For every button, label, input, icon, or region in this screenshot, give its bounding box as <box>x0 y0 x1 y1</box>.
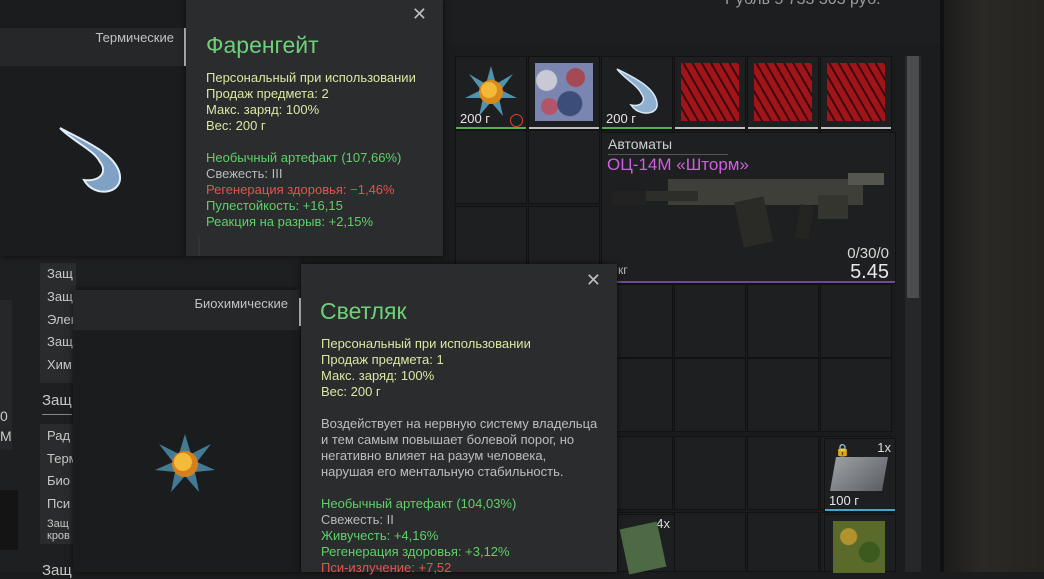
empty-slot[interactable] <box>674 436 746 510</box>
lock-icon: 🔒 <box>835 443 850 457</box>
side-section: Защ <box>42 562 72 579</box>
inventory-slot-red-2[interactable] <box>747 56 819 130</box>
empty-slot[interactable] <box>455 130 527 204</box>
empty-slot[interactable] <box>820 284 892 358</box>
info-line: Вес: 200 г <box>321 384 381 399</box>
item-title: Фаренгейт <box>206 32 319 58</box>
svetlyak-tooltip: ✕ Светляк Персональный при использовании… <box>301 264 617 575</box>
rifle-icon <box>612 173 884 248</box>
item-category: Биохимические <box>194 296 288 311</box>
fahrenheit-preview-panel: Термические <box>0 0 186 256</box>
description-line: Воздействует на нервную систему владельц… <box>321 416 598 431</box>
inventory-slot-red-1[interactable] <box>674 56 746 130</box>
partial-weight: кг <box>618 263 628 277</box>
camo-cloth-icon <box>535 63 593 121</box>
description-line: и тем самым повышает болевой порог, но <box>321 432 575 447</box>
caliber: 5.45 <box>850 261 889 283</box>
inventory-slot-red-3[interactable] <box>820 56 892 130</box>
info-line: Персональный при использовании <box>206 70 416 85</box>
edge-text-1: M <box>0 428 12 444</box>
stat-line: Необычный артефакт (104,03%) <box>321 496 517 511</box>
scrollbar-thumb[interactable] <box>907 56 919 298</box>
item-title: Светляк <box>320 298 407 324</box>
close-icon[interactable]: ✕ <box>586 270 601 291</box>
crescent-artifact-icon <box>59 127 122 193</box>
side-label: Элек <box>47 312 77 327</box>
camo-pack-icon <box>833 521 885 573</box>
item-weight: 200 г <box>606 111 637 126</box>
orange-star-artifact-icon <box>465 66 517 116</box>
item-stats: Необычный артефакт (107,66%) Свежесть: I… <box>206 150 401 230</box>
inventory-slot-fahrenheit[interactable]: 200 г <box>601 56 673 130</box>
info-line: Продаж предмета: 1 <box>321 352 444 367</box>
stat-line: Реакция на разрыв: +2,15% <box>206 214 374 229</box>
background-wall <box>944 0 1044 572</box>
empty-slot[interactable] <box>747 436 819 510</box>
empty-slot[interactable] <box>747 358 819 432</box>
orange-star-artifact-icon <box>155 434 215 492</box>
item-category: Термические <box>95 30 174 45</box>
edge-panel <box>0 490 18 550</box>
description-line: негативно влияет на разум человека, <box>321 448 547 463</box>
empty-slot[interactable] <box>674 512 746 572</box>
empty-slot[interactable] <box>528 130 600 204</box>
empty-slot[interactable] <box>674 358 746 432</box>
info-line: Вес: 200 г <box>206 118 266 133</box>
inventory-slot-camo-pack[interactable] <box>824 514 896 573</box>
edge-text-0: 0 <box>0 408 8 424</box>
info-line: Продаж предмета: 2 <box>206 86 329 101</box>
clock-icon <box>510 114 523 127</box>
item-description: Воздействует на нервную систему владельц… <box>321 416 597 480</box>
inventory-slot-plate[interactable]: 🔒 1x 100 г <box>824 438 896 512</box>
inventory-slot-camo[interactable] <box>528 56 600 130</box>
money-display: Рубль 5 733 303 руб. <box>725 0 881 9</box>
item-info: Персональный при использовании Продаж пр… <box>206 70 416 134</box>
close-icon[interactable]: ✕ <box>412 4 427 25</box>
item-stats: Необычный артефакт (104,03%) Свежесть: I… <box>321 496 516 576</box>
empty-slot[interactable] <box>674 284 746 358</box>
side-section: Защ <box>42 392 72 409</box>
info-line: Макс. заряд: 100% <box>206 102 320 117</box>
item-weight: 100 г <box>829 493 860 508</box>
stat-line: Пулестойкость: +16,15 <box>206 198 343 213</box>
stat-line: Живучесть: +4,16% <box>321 528 439 543</box>
empty-slot[interactable] <box>747 512 819 572</box>
item-count: 1x <box>877 440 891 455</box>
item-weight: 200 г <box>460 111 491 126</box>
empty-slot[interactable] <box>747 284 819 358</box>
side-label: Рад <box>47 428 71 443</box>
inventory-slot-green-pack[interactable]: 4x <box>617 514 675 575</box>
empty-slot[interactable] <box>820 358 892 432</box>
weapon-slot[interactable]: Автоматы ОЦ-14М «Шторм» 0/30/0 5.45 <box>601 132 896 284</box>
stat-line: Необычный артефакт (107,66%) <box>206 150 402 165</box>
side-label: Защ кров <box>47 518 70 542</box>
stat-line: Регенерация здоровья: +3,12% <box>321 544 510 559</box>
stat-line: Свежесть: III <box>206 166 283 181</box>
red-slashes-icon <box>681 63 739 121</box>
divider <box>42 414 72 415</box>
side-label: Защ <box>47 334 73 349</box>
stat-line: Регенерация здоровья: −1,46% <box>206 182 395 197</box>
description-line: нарушая его ментальную стабильность. <box>321 464 564 479</box>
stat-line: Свежесть: II <box>321 512 394 527</box>
svetlyak-preview-panel: Биохимические <box>73 290 300 572</box>
fahrenheit-tooltip: ✕ Фаренгейт Персональный при использован… <box>186 0 443 256</box>
stat-line: Пси-излучение: +7,52 <box>321 560 452 575</box>
side-label: Защ <box>47 266 73 281</box>
metal-plate-icon <box>830 457 888 491</box>
info-line: Макс. заряд: 100% <box>321 368 435 383</box>
inventory-slot-svetlyak[interactable]: 200 г <box>455 56 527 130</box>
crescent-artifact-icon <box>616 68 658 114</box>
weapon-category: Автоматы <box>608 136 673 152</box>
info-line: Персональный при использовании <box>321 336 531 351</box>
item-info: Персональный при использовании Продаж пр… <box>321 336 531 400</box>
side-label: Защ <box>47 289 73 304</box>
red-slashes-icon <box>827 63 885 121</box>
ammo-count: 0/30/0 <box>847 245 889 262</box>
scroll-indicator <box>198 236 200 256</box>
side-label: Пси <box>47 496 71 511</box>
red-slashes-icon <box>754 63 812 121</box>
side-label: Хим <box>47 357 72 372</box>
side-label: Био <box>47 473 71 488</box>
